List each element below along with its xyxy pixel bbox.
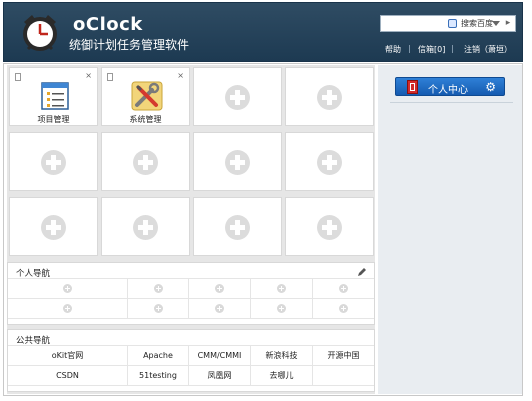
- pencil-icon[interactable]: [357, 267, 367, 277]
- add-icon: [277, 304, 286, 313]
- close-icon[interactable]: ×: [177, 71, 184, 80]
- add-icon: [317, 85, 342, 110]
- personal-nav-slot[interactable]: [251, 299, 313, 319]
- public-nav-link-empty: [313, 366, 374, 386]
- add-icon: [41, 215, 66, 240]
- document-icon: [107, 73, 113, 81]
- alarm-clock-logo-icon: [23, 15, 57, 51]
- personal-nav-slot[interactable]: [128, 279, 189, 299]
- search-input[interactable]: [381, 16, 443, 31]
- public-nav-link[interactable]: 51testing: [128, 366, 189, 386]
- add-icon: [277, 284, 286, 293]
- book-icon: [407, 80, 418, 94]
- add-icon: [317, 150, 342, 175]
- tile-label: 系统管理: [129, 115, 162, 124]
- public-nav-link[interactable]: 新浪科技: [251, 346, 313, 366]
- public-nav-link[interactable]: 去哪儿: [251, 366, 313, 386]
- public-nav-link[interactable]: 开源中国: [313, 346, 374, 366]
- header-bar: oClock 统御计划任务管理软件 搜索百度 ▸ 帮助 | 信箱[0] | 注销…: [3, 2, 523, 62]
- logout-link[interactable]: 注销（萧垣）: [464, 44, 512, 55]
- add-icon: [63, 284, 72, 293]
- tile-add[interactable]: [101, 132, 190, 191]
- personal-nav-slot[interactable]: [189, 299, 251, 319]
- app-window: oClock 统御计划任务管理软件 搜索百度 ▸ 帮助 | 信箱[0] | 注销…: [0, 0, 532, 401]
- app-subtitle: 统御计划任务管理软件: [69, 38, 190, 52]
- header-divider: |: [451, 44, 454, 53]
- tile-label: 项目管理: [37, 115, 70, 124]
- tile-add[interactable]: [193, 132, 282, 191]
- add-icon: [153, 284, 163, 293]
- public-nav-link[interactable]: 凤凰网: [189, 366, 251, 386]
- tile-add[interactable]: [9, 197, 98, 256]
- personal-nav-slot[interactable]: [313, 299, 374, 319]
- personal-nav-slot[interactable]: [8, 299, 128, 319]
- tile-add[interactable]: [285, 67, 374, 126]
- personal-nav-slot[interactable]: [189, 279, 251, 299]
- tile-add[interactable]: [101, 197, 190, 256]
- public-nav-link[interactable]: oKit官网: [8, 346, 128, 366]
- chevron-down-icon[interactable]: [492, 21, 500, 26]
- add-icon: [215, 304, 224, 313]
- app-title: oClock: [73, 14, 143, 35]
- tile-add[interactable]: [193, 197, 282, 256]
- public-nav-link[interactable]: CSDN: [8, 366, 128, 386]
- add-icon: [225, 85, 250, 110]
- add-icon: [63, 304, 72, 313]
- tile-project-management[interactable]: × 项目管理: [9, 67, 98, 126]
- main-panel: × 项目管理 × 系统管理 个人导航 公共导航 oKit官网 Apache CM…: [7, 65, 375, 394]
- personal-center-label: 个人中心: [428, 85, 468, 96]
- divider: [390, 102, 513, 103]
- add-icon: [41, 150, 66, 175]
- personal-nav-slot[interactable]: [128, 299, 189, 319]
- personal-nav-panel: 个人导航: [7, 262, 375, 325]
- add-icon: [317, 215, 342, 240]
- tile-add[interactable]: [193, 67, 282, 126]
- personal-nav-slot[interactable]: [8, 279, 128, 299]
- personal-nav-slot[interactable]: [313, 279, 374, 299]
- tile-system-management[interactable]: × 系统管理: [101, 67, 190, 126]
- tile-add[interactable]: [285, 197, 374, 256]
- close-icon[interactable]: ×: [85, 71, 92, 80]
- search-engine-icon[interactable]: [448, 19, 457, 28]
- search-submit-icon[interactable]: ▸: [502, 18, 514, 29]
- add-icon: [339, 304, 348, 313]
- public-nav-panel: 公共导航 oKit官网 Apache CMM/CMMI 新浪科技 开源中国 CS…: [7, 329, 375, 392]
- document-icon: [15, 73, 21, 81]
- public-nav-link[interactable]: CMM/CMMI: [189, 346, 251, 366]
- project-window-icon: [41, 82, 69, 110]
- search-box: 搜索百度 ▸: [380, 15, 516, 32]
- messages-link[interactable]: 信箱[0]: [418, 44, 445, 55]
- search-engine-label[interactable]: 搜索百度: [461, 18, 493, 29]
- personal-nav-slot[interactable]: [251, 279, 313, 299]
- gear-icon[interactable]: ⚙: [485, 80, 496, 94]
- add-icon: [225, 150, 250, 175]
- add-icon: [225, 215, 250, 240]
- add-icon: [215, 284, 224, 293]
- header-divider: |: [408, 44, 411, 53]
- personal-center-button[interactable]: 个人中心 ⚙: [395, 77, 505, 96]
- add-icon: [339, 284, 348, 293]
- public-nav-link[interactable]: Apache: [128, 346, 189, 366]
- add-icon: [133, 150, 158, 175]
- tile-add[interactable]: [285, 132, 374, 191]
- add-icon: [133, 215, 158, 240]
- tile-add[interactable]: [9, 132, 98, 191]
- help-link[interactable]: 帮助: [385, 44, 401, 55]
- tools-icon: [131, 81, 163, 111]
- add-icon: [153, 304, 163, 313]
- right-sidebar: 个人中心 ⚙: [378, 65, 523, 394]
